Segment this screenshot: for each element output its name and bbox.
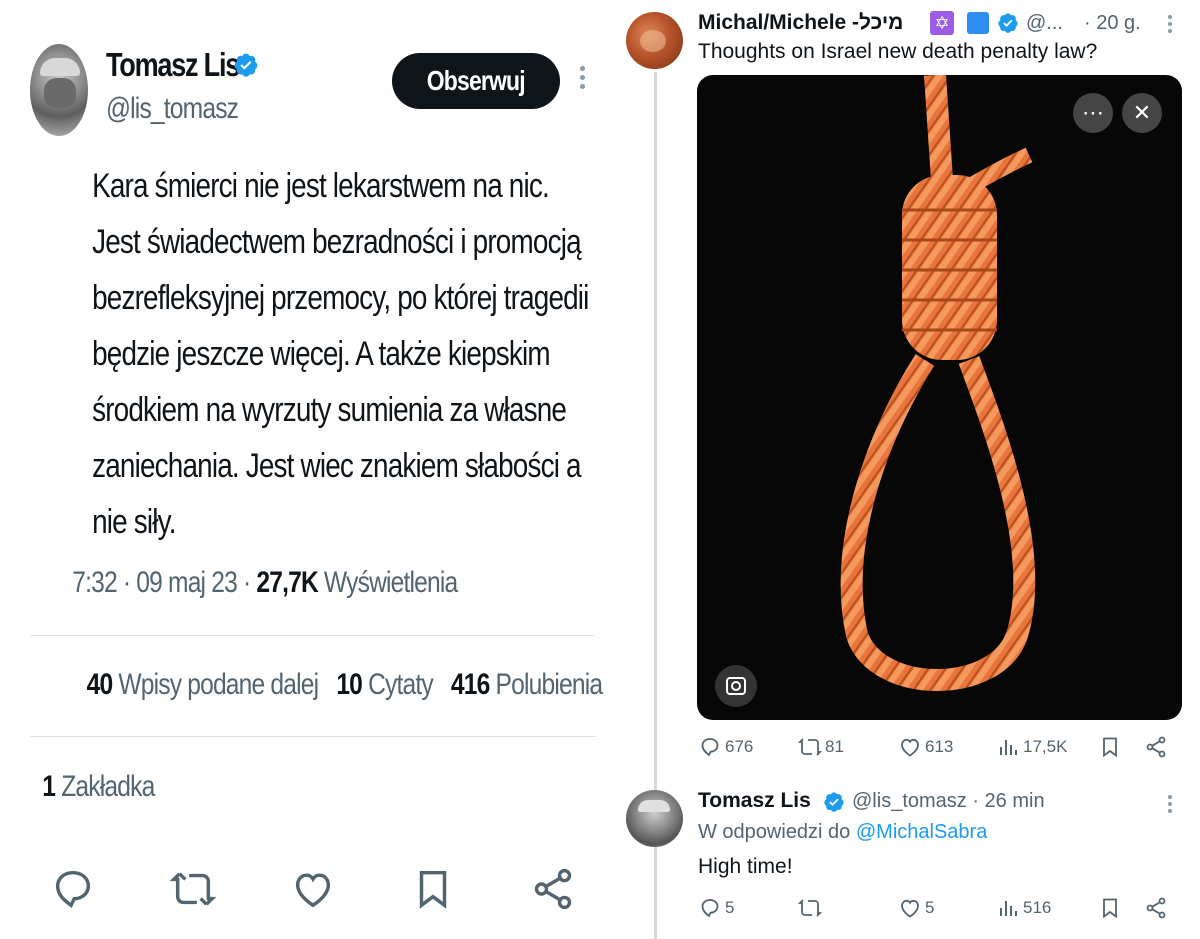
post1-retweets-count: 81 (825, 737, 844, 756)
engagement-stats: 40 Wpisy podane dalej 10 Cytaty 416 Polubi… (87, 668, 603, 702)
share-icon[interactable] (530, 866, 576, 912)
post2-share-action[interactable] (1144, 896, 1171, 920)
post1-share-action[interactable] (1144, 735, 1171, 759)
quotes-stat[interactable]: 10 Cytaty (336, 668, 433, 701)
divider (30, 635, 596, 636)
reply-to-link[interactable]: @MichalSabra (856, 821, 987, 843)
tweet-text-line: środkiem na wyrzuty sumienia za własne (92, 391, 567, 429)
reply-context: W odpowiedzi do @MichalSabra (698, 821, 987, 844)
post1-time[interactable]: · 20 g. (1084, 12, 1141, 35)
more-options-icon[interactable] (574, 62, 590, 102)
post1-author-name[interactable]: Michal/Michele -מיכל (698, 11, 903, 35)
tweet-text-line: nie siły. (92, 503, 176, 541)
media-more-button[interactable]: ⋯ (1073, 93, 1113, 133)
views-count: 27,7K (256, 566, 318, 599)
bookmark-icon[interactable] (410, 866, 456, 912)
star-of-david-icon: ✡ (930, 11, 954, 35)
post1-more-icon[interactable] (1165, 12, 1175, 38)
reply-icon (701, 899, 719, 918)
post2-reply-action[interactable]: 5 (698, 896, 734, 920)
retweet-icon[interactable] (170, 866, 216, 912)
tweet-date[interactable]: 09 maj 23 (136, 566, 237, 599)
views-icon (1000, 740, 1017, 755)
views-label: Wyświetlenia (323, 566, 458, 599)
author-avatar[interactable] (30, 44, 88, 136)
reply-icon (701, 738, 719, 757)
post2-likes-count: 5 (925, 898, 935, 917)
retweet-icon (798, 899, 822, 917)
post1-action-bar: 676 81 613 17,5K (698, 735, 1178, 765)
verified-badge-icon (998, 13, 1018, 33)
post1-text: Thoughts on Israel new death penalty law… (698, 40, 1098, 63)
verified-badge-icon (234, 53, 258, 77)
tweet-meta: 7:32 · 09 maj 23 · 27,7K Wyświetlenia (72, 566, 458, 599)
avatar-face (44, 78, 76, 108)
noose-image[interactable]: ⋯ ✕ (697, 75, 1182, 720)
verified-badge-icon (824, 792, 844, 812)
share-icon (1146, 736, 1166, 758)
post2-text: High time! (698, 855, 793, 878)
divider (30, 736, 596, 737)
bookmark-icon (1103, 898, 1117, 919)
likes-stat[interactable]: 416 Polubienia (451, 668, 603, 701)
like-icon (901, 899, 919, 918)
views-icon (1000, 901, 1017, 916)
post1-handle[interactable]: @... (1026, 12, 1063, 35)
right-thread: Michal/Michele -מיכל ✡ @... · 20 g. Thou… (620, 0, 1200, 939)
reply-prefix: W odpowiedzi do (698, 821, 851, 843)
post2-bookmark-action[interactable] (1098, 896, 1125, 920)
post1-reply-action[interactable]: 676 (698, 735, 753, 759)
post1-likes-count: 613 (925, 737, 954, 756)
post1-like-action[interactable]: 613 (898, 735, 953, 759)
post2-handle-time[interactable]: @lis_tomasz · 26 min (852, 790, 1045, 813)
tweet-text: Kara śmierci nie jest lekarstwem na nic.… (92, 158, 658, 550)
retweets-stat[interactable]: 40 Wpisy podane dalej (87, 668, 320, 701)
tweet-text-line: będzie jeszcze więcej. A także kiepskim (92, 335, 551, 373)
follow-button[interactable]: Obserwuj (392, 53, 560, 109)
like-icon[interactable] (290, 866, 336, 912)
tomasz-avatar[interactable] (626, 790, 683, 847)
action-bar (50, 866, 580, 916)
like-icon (901, 738, 919, 757)
post2-action-bar: 5 5 516 (698, 896, 1178, 926)
post1-retweet-action[interactable]: 81 (798, 735, 844, 759)
follow-button-label: Obserwuj (426, 65, 526, 96)
tweet-text-line: Kara śmierci nie jest lekarstwem na nic. (92, 167, 550, 205)
post2-replies-count: 5 (725, 898, 735, 917)
post2-like-action[interactable]: 5 (898, 896, 934, 920)
post2-views-count: 516 (1023, 898, 1052, 917)
post1-bookmark-action[interactable] (1098, 735, 1125, 759)
tweet-text-line: Jest świadectwem bezradności i promocją (92, 223, 581, 261)
post1-replies-count: 676 (725, 737, 754, 756)
post2-more-icon[interactable] (1165, 792, 1175, 818)
post2-views-action[interactable]: 516 (996, 896, 1051, 920)
post1-views-count: 17,5K (1023, 737, 1068, 756)
post2-retweet-action[interactable] (798, 896, 825, 920)
author-handle[interactable]: @lis_tomasz (106, 92, 239, 126)
reply-icon[interactable] (50, 866, 96, 912)
share-icon (1146, 897, 1166, 919)
media-close-button[interactable]: ✕ (1122, 93, 1162, 133)
tweet-time[interactable]: 7:32 (72, 566, 117, 599)
left-tweet-detail: Tomasz Lis @lis_tomasz Obserwuj Kara śmi… (0, 0, 620, 939)
post1-views-action[interactable]: 17,5K (996, 735, 1067, 759)
retweet-icon (798, 738, 822, 756)
noose-illustration (840, 75, 1036, 691)
bookmarks-stat[interactable]: 1 Zakładka (42, 770, 155, 804)
bookmark-icon (1103, 737, 1117, 758)
post2-author-name[interactable]: Tomasz Lis (698, 789, 811, 813)
blue-square-icon (967, 12, 989, 34)
image-search-icon[interactable] (715, 665, 757, 707)
tweet-text-line: bezrefleksyjnej przemocy, po której trag… (92, 279, 589, 317)
avatar-cap (40, 58, 80, 76)
michal-avatar[interactable] (626, 12, 683, 69)
tweet-text-line: zaniechania. Jest wiec znakiem słabości … (92, 447, 581, 485)
author-name[interactable]: Tomasz Lis (106, 46, 240, 84)
